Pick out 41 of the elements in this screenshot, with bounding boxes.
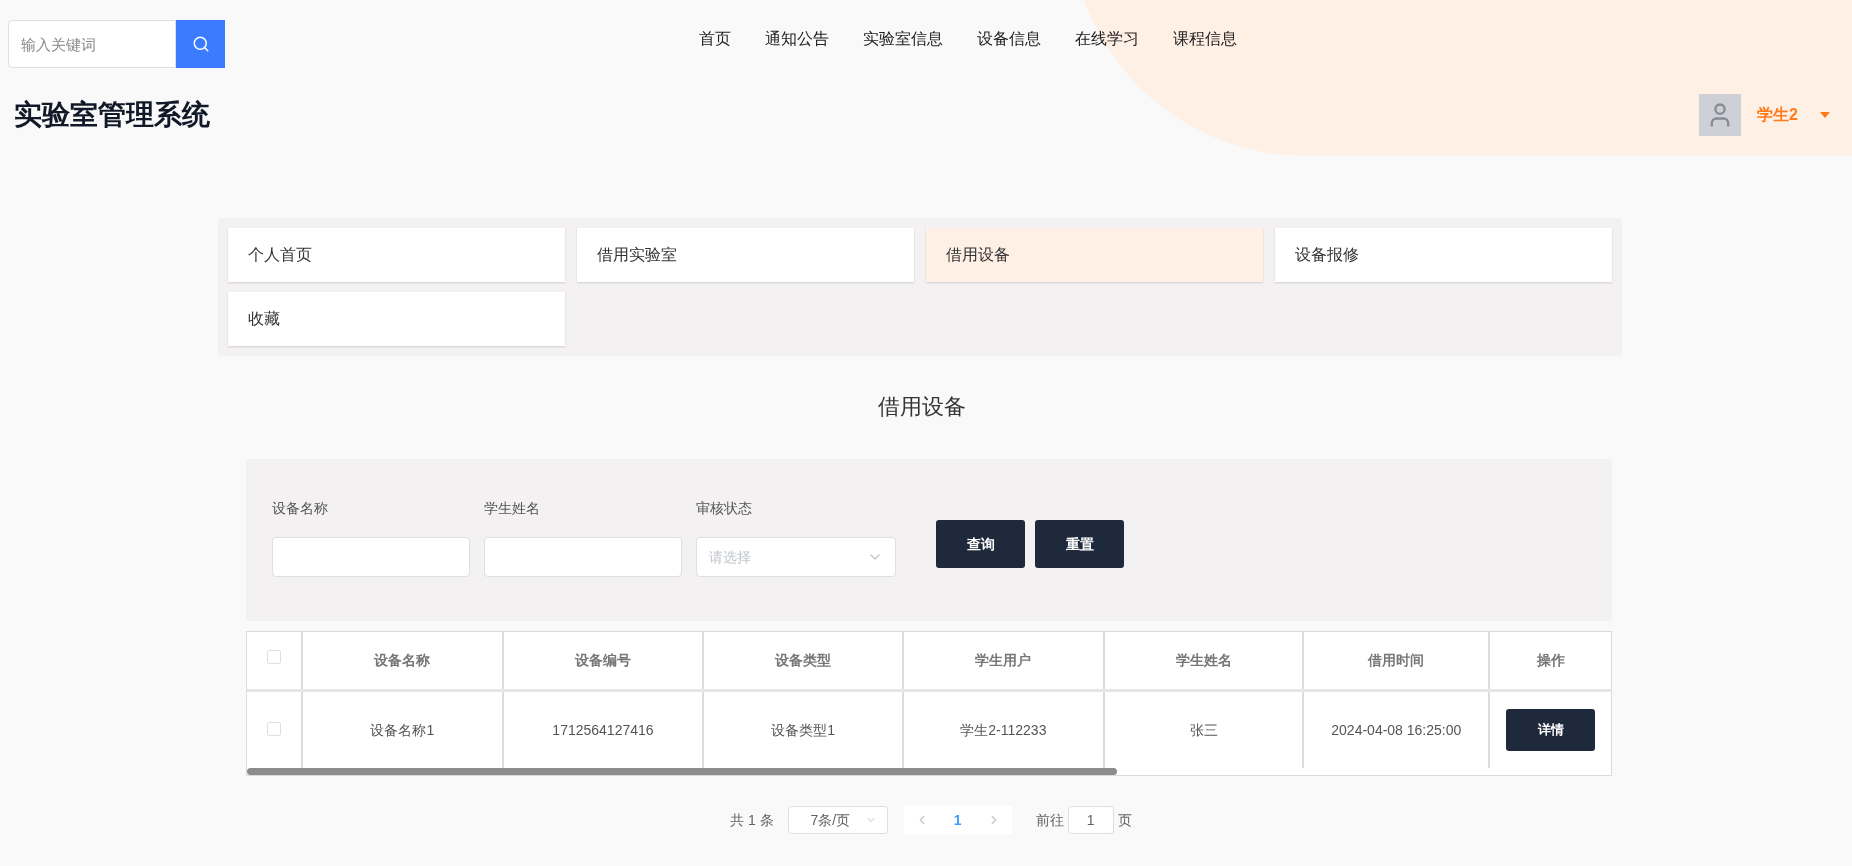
search-field[interactable]: 输入关键词: [8, 20, 176, 68]
field-label: 审核状态: [696, 499, 753, 518]
table-cell: 2024-04-08 16:25:00: [1304, 692, 1491, 768]
column-header: 设备名称: [302, 632, 504, 689]
field-label: 设备名称: [272, 499, 329, 518]
nav-link[interactable]: 首页: [699, 27, 731, 51]
scrollbar[interactable]: [247, 768, 1117, 775]
menu-item[interactable]: 个人首页: [228, 228, 565, 282]
nav-link[interactable]: 设备信息: [977, 27, 1041, 51]
checkbox[interactable]: [266, 722, 281, 736]
menu-item[interactable]: 收藏: [228, 292, 565, 346]
nav-link[interactable]: 通知公告: [765, 27, 829, 51]
menu-item[interactable]: 借用设备: [926, 228, 1263, 282]
search-icon: [191, 35, 210, 53]
filter-button[interactable]: 查询: [936, 520, 1025, 568]
page-size-select[interactable]: 7条/页: [787, 806, 888, 834]
page-suffix: 页: [1117, 810, 1132, 830]
field-label: 学生姓名: [484, 499, 541, 518]
column-header: 设备编号: [503, 632, 705, 689]
page-input[interactable]: 1: [1067, 806, 1114, 834]
details-button[interactable]: 详情: [1506, 709, 1596, 751]
filter-button[interactable]: 重置: [1035, 520, 1124, 568]
site-title: 实验室管理系统: [14, 98, 210, 132]
search-button[interactable]: [176, 20, 225, 68]
text-field[interactable]: [272, 537, 470, 577]
caret-icon[interactable]: [1820, 112, 1830, 118]
column-header: 学生姓名: [1104, 632, 1305, 689]
nav-link[interactable]: 课程信息: [1173, 27, 1237, 51]
nav-link[interactable]: 实验室信息: [863, 27, 943, 51]
column-header: 设备类型: [704, 632, 905, 689]
nav-link[interactable]: 在线学习: [1075, 27, 1139, 51]
column-header: 操作: [1535, 651, 1566, 670]
menu-item[interactable]: 借用实验室: [577, 228, 914, 282]
menu-item[interactable]: 设备报修: [1275, 228, 1612, 282]
column-header: 借用时间: [1304, 632, 1491, 689]
checkbox[interactable]: [266, 650, 281, 664]
total-count: 共 1 条: [730, 810, 774, 830]
text-field[interactable]: [484, 537, 682, 577]
goto-label: 前往: [1035, 810, 1064, 830]
column-header: 学生用户: [904, 632, 1105, 689]
page-title: 借用设备: [877, 393, 967, 421]
